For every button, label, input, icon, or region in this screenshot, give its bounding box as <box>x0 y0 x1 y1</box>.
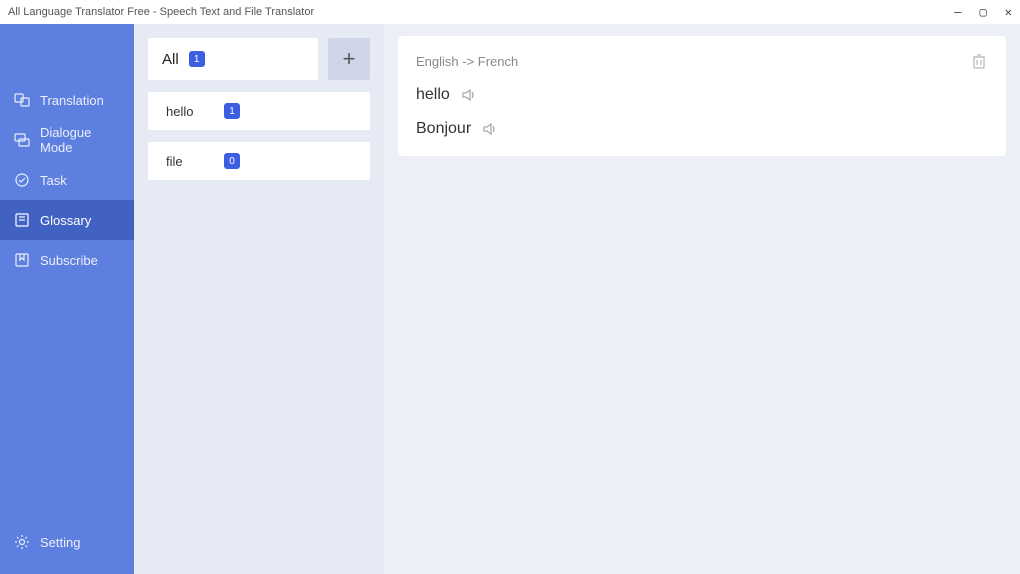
sidebar-item-glossary[interactable]: Glossary <box>0 200 134 240</box>
source-word: hello <box>416 86 450 104</box>
sidebar-item-label: Task <box>40 173 67 188</box>
glossary-entry-count-badge: 0 <box>224 153 240 169</box>
glossary-all-count-badge: 1 <box>189 51 205 67</box>
sidebar-item-label: Glossary <box>40 213 91 228</box>
glossary-entry[interactable]: hello 1 <box>148 92 370 130</box>
target-word: Bonjour <box>416 120 471 138</box>
check-circle-icon <box>14 172 30 188</box>
play-source-button[interactable] <box>460 86 478 104</box>
sidebar-item-dialogue[interactable]: Dialogue Mode <box>0 120 134 160</box>
play-target-button[interactable] <box>481 120 499 138</box>
speaker-icon <box>481 120 499 138</box>
translation-detail-card: English -> French hello <box>398 36 1006 156</box>
chat-icon <box>14 132 30 148</box>
gear-icon <box>14 534 30 550</box>
language-pair-label: English -> French <box>416 54 518 69</box>
maximize-button[interactable]: ▢ <box>980 5 987 19</box>
sidebar-item-setting[interactable]: Setting <box>0 522 134 562</box>
translate-icon <box>14 92 30 108</box>
glossary-list-panel: All 1 + hello 1 file 0 <box>134 24 384 574</box>
sidebar-item-subscribe[interactable]: Subscribe <box>0 240 134 280</box>
detail-panel: English -> French hello <box>384 24 1020 574</box>
glossary-entry-count-badge: 1 <box>224 103 240 119</box>
glossary-all-card[interactable]: All 1 <box>148 38 318 80</box>
sidebar-item-label: Subscribe <box>40 253 98 268</box>
window-controls: — ▢ ✕ <box>954 5 1012 19</box>
sidebar-item-label: Setting <box>40 535 80 550</box>
speaker-icon <box>460 86 478 104</box>
window-title: All Language Translator Free - Speech Te… <box>8 6 954 18</box>
sidebar-item-task[interactable]: Task <box>0 160 134 200</box>
close-button[interactable]: ✕ <box>1005 5 1012 19</box>
glossary-entry-name: file <box>166 154 206 169</box>
trash-icon <box>970 52 988 70</box>
titlebar: All Language Translator Free - Speech Te… <box>0 0 1020 24</box>
plus-icon: + <box>343 46 356 72</box>
book-icon <box>14 212 30 228</box>
bookmark-icon <box>14 252 30 268</box>
minimize-button[interactable]: — <box>954 5 961 19</box>
glossary-all-label: All <box>162 51 179 68</box>
glossary-entry-name: hello <box>166 104 206 119</box>
sidebar-item-label: Dialogue Mode <box>40 125 120 155</box>
delete-button[interactable] <box>970 52 988 70</box>
sidebar: Translation Dialogue Mode <box>0 24 134 574</box>
sidebar-item-label: Translation <box>40 93 104 108</box>
glossary-entry[interactable]: file 0 <box>148 142 370 180</box>
sidebar-item-translation[interactable]: Translation <box>0 80 134 120</box>
add-glossary-button[interactable]: + <box>328 38 370 80</box>
